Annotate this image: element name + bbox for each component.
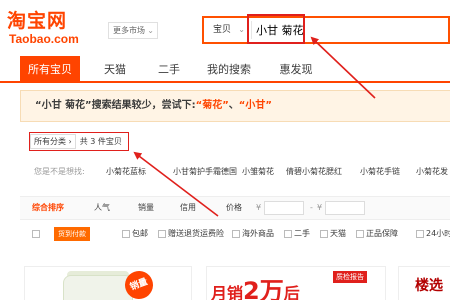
few-results-notice: “小甘 菊花”搜索结果较少，尝试下:“菊花”、“小甘” — [20, 90, 450, 122]
sort-bar: 综合排序 人气 销量 信用 价格 ¥ - ¥ — [20, 196, 450, 220]
related-search-item[interactable]: 小菊花手链 — [360, 160, 400, 184]
filter-checkbox[interactable] — [32, 230, 40, 238]
notice-separator: 、 — [228, 100, 239, 111]
sort-popularity[interactable]: 人气 — [94, 197, 110, 219]
monthly-sales-banner: 月销2万后 — [211, 271, 300, 300]
filter-overseas[interactable]: 海外商品 — [242, 224, 274, 244]
filter-checkbox[interactable] — [416, 230, 424, 238]
chevron-down-icon: ⌄ — [147, 26, 154, 35]
related-search-item[interactable]: 小菊花发 — [416, 160, 448, 184]
related-searches: 您是不是想找: 小菊花蓝标 小甘菊护手霜德国 小雏菊花 倩碧小菊花腮红 小菊花手… — [20, 160, 450, 184]
product-image — [63, 275, 133, 300]
suggest-keyword-1[interactable]: “菊花” — [196, 100, 229, 111]
filter-genuine[interactable]: 正品保障 — [366, 224, 398, 244]
price-range-separator: - — [310, 203, 313, 212]
filter-tmall[interactable]: 天猫 — [330, 224, 346, 244]
sort-credit[interactable]: 信用 — [180, 197, 196, 219]
search-type-select[interactable]: 宝贝 ⌄ — [208, 21, 252, 39]
filter-checkbox[interactable] — [158, 230, 166, 238]
price-min-input[interactable] — [264, 201, 304, 215]
related-search-item[interactable]: 小菊花蓝标 — [106, 160, 146, 184]
filter-free-shipping[interactable]: 包邮 — [132, 224, 148, 244]
related-search-item[interactable]: 倩碧小菊花腮红 — [286, 160, 342, 184]
filter-cod-tag[interactable]: 货到付款 — [54, 227, 90, 241]
monthly-sales-number: 2万 — [243, 277, 284, 300]
filter-checkbox[interactable] — [122, 230, 130, 238]
tab-my-search[interactable]: 我的搜索 — [198, 56, 260, 83]
tab-discover[interactable]: 惠发现 — [270, 56, 322, 83]
filter-checkbox[interactable] — [356, 230, 364, 238]
price-currency: ¥ — [317, 203, 323, 212]
related-search-item[interactable]: 小雏菊花 — [242, 160, 274, 184]
notice-text: “小甘 菊花”搜索结果较少，尝试下: — [35, 100, 196, 111]
monthly-sales-prefix: 月销 — [211, 284, 244, 300]
product-grid: 销量 月销2万后 质检报告 楼选 — [0, 258, 450, 300]
annotation-box-count — [29, 132, 129, 151]
related-searches-label: 您是不是想找: — [34, 167, 85, 176]
filter-secondhand[interactable]: 二手 — [294, 224, 310, 244]
product-image-text: 楼选 — [415, 278, 443, 294]
product-card[interactable]: 月销2万后 质检报告 — [206, 266, 386, 300]
product-card[interactable]: 销量 — [24, 266, 192, 300]
price-max-input[interactable] — [325, 201, 365, 215]
filter-24h-ship[interactable]: 24小时内发 — [426, 224, 450, 244]
more-markets-dropdown[interactable]: 更多市场 ⌄ — [108, 22, 158, 39]
search-tabs: 所有宝贝 天猫 二手 我的搜索 惠发现 — [0, 56, 450, 83]
suggest-keyword-2[interactable]: “小甘” — [239, 100, 272, 111]
filter-checkbox[interactable] — [232, 230, 240, 238]
price-currency: ¥ — [256, 203, 262, 212]
sort-price[interactable]: 价格 — [226, 197, 242, 219]
search-box: 宝贝 ⌄ — [202, 16, 450, 44]
quality-report-tag: 质检报告 — [333, 271, 367, 283]
filter-bar: 货到付款 包邮 赠送退货运费险 海外商品 二手 天猫 正品保障 24小时内发 — [20, 224, 450, 244]
tab-secondhand[interactable]: 二手 — [146, 56, 192, 83]
filter-checkbox[interactable] — [284, 230, 292, 238]
tab-tmall[interactable]: 天猫 — [92, 56, 138, 83]
chevron-down-icon: ⌄ — [238, 25, 245, 34]
more-markets-label: 更多市场 — [113, 26, 145, 35]
monthly-sales-suffix: 后 — [283, 284, 300, 300]
filter-checkbox[interactable] — [320, 230, 328, 238]
product-card[interactable]: 楼选 — [398, 266, 450, 300]
sort-sales[interactable]: 销量 — [138, 197, 154, 219]
annotation-box-query — [247, 14, 305, 44]
search-type-label: 宝贝 — [213, 25, 232, 35]
taobao-logo[interactable]: 淘宝网 Taobao.com — [7, 6, 99, 46]
sort-default[interactable]: 综合排序 — [32, 197, 64, 219]
logo-text-en: Taobao.com — [9, 32, 79, 46]
related-search-item[interactable]: 小甘菊护手霜德国 — [173, 160, 237, 184]
filter-return-insurance[interactable]: 赠送退货运费险 — [168, 224, 224, 244]
tab-all-items[interactable]: 所有宝贝 — [20, 56, 80, 83]
logo-text-cn: 淘宝网 — [7, 10, 68, 32]
